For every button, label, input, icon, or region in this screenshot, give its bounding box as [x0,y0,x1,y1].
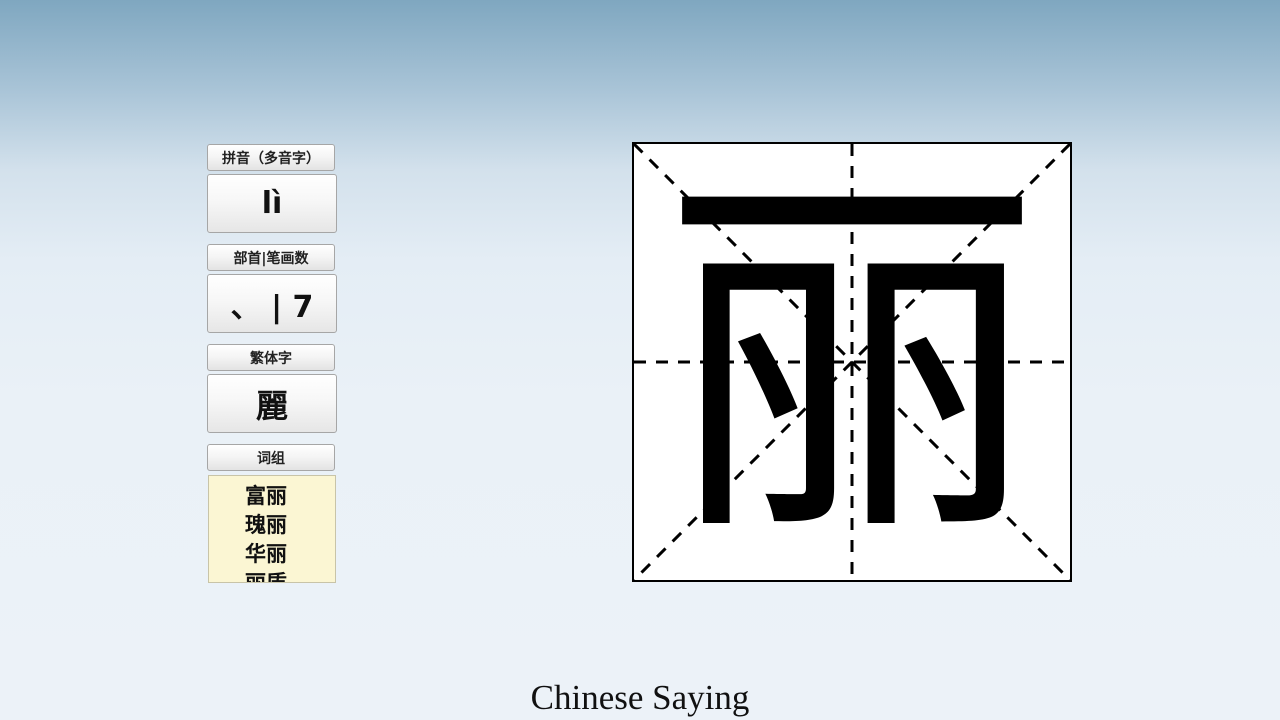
caption-text: Chinese Saying [530,678,750,717]
word-list: 富丽 瑰丽 华丽 丽质 [209,476,335,582]
list-item[interactable]: 丽质 [245,569,335,582]
radical-stroke-value[interactable]: 、 | 7 [207,274,337,333]
words-label-button[interactable]: 词组 [207,444,335,471]
character-grid: 丽 [632,142,1072,582]
list-item[interactable]: 富丽 [245,482,335,511]
word-list-box[interactable]: 富丽 瑰丽 华丽 丽质 [208,475,336,583]
traditional-label-button[interactable]: 繁体字 [207,344,335,371]
traditional-value[interactable]: 麗 [207,374,337,433]
character-glyph: 丽 [662,140,1042,583]
list-item[interactable]: 瑰丽 [245,511,335,540]
pinyin-label-button[interactable]: 拼音（多音字） [207,144,335,171]
list-item[interactable]: 华丽 [245,540,335,569]
pinyin-value[interactable]: lì [207,174,337,233]
radical-stroke-label-button[interactable]: 部首|笔画数 [207,244,335,271]
